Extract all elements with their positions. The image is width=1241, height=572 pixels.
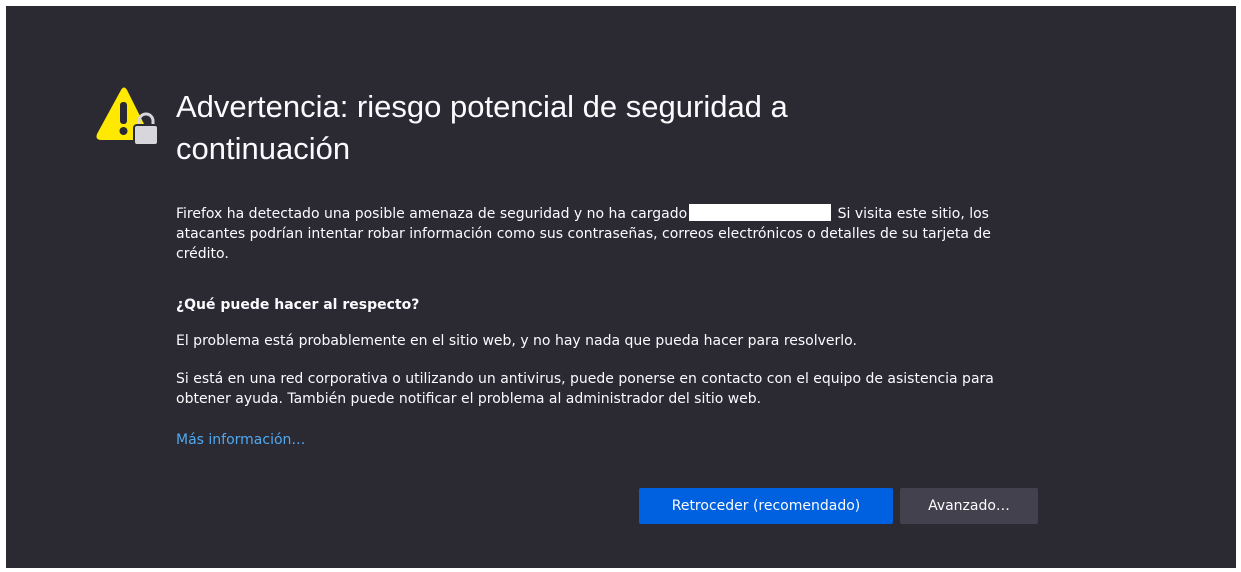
what-can-you-do-heading: ¿Qué puede hacer al respecto? (176, 297, 420, 313)
error-page: Advertencia: riesgo potencial de segurid… (6, 6, 1236, 568)
learn-more-link[interactable]: Más información… (176, 430, 305, 450)
page-title: Advertencia: riesgo potencial de segurid… (176, 89, 788, 166)
advanced-button[interactable]: Avanzado… (900, 488, 1038, 524)
intro-text-before: Firefox ha detectado una posible amenaza… (176, 206, 688, 222)
intro-paragraph: Firefox ha detectado una posible amenaza… (176, 204, 1036, 264)
warning-lock-icon (96, 87, 159, 146)
problem-paragraph: El problema está probablemente en el sit… (176, 333, 857, 349)
go-back-button[interactable]: Retroceder (recomendado) (639, 488, 893, 524)
redacted-hostname (689, 204, 832, 221)
error-content: Advertencia: riesgo potencial de segurid… (176, 86, 1036, 450)
button-row: Retroceder (recomendado) Avanzado… (639, 488, 1038, 524)
corporate-paragraph: Si está en una red corporativa o utiliza… (176, 371, 994, 407)
